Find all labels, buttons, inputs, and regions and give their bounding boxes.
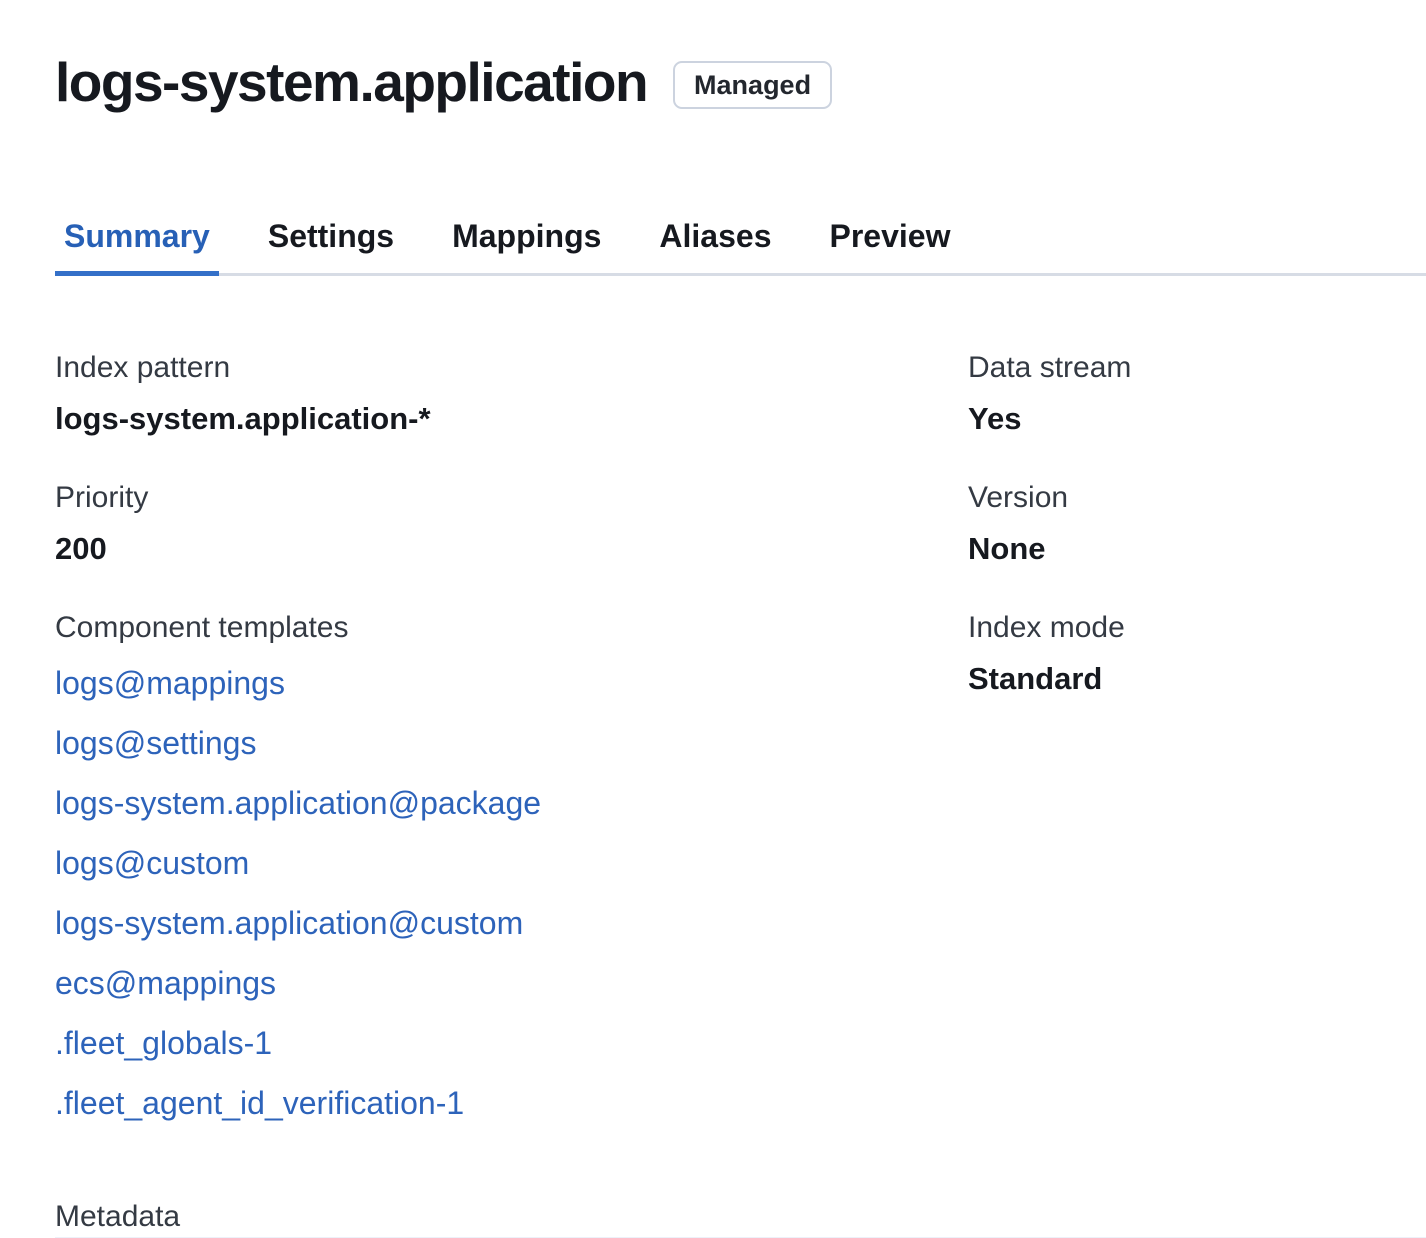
component-template-link[interactable]: logs@mappings (55, 653, 285, 713)
field-version: Version None (968, 473, 1426, 575)
field-component-templates: Component templates logs@mappings logs@s… (55, 603, 968, 1133)
tab-aliases[interactable]: Aliases (650, 216, 780, 276)
component-template-list: logs@mappings logs@settings logs-system.… (55, 653, 968, 1133)
index-mode-label: Index mode (968, 603, 1426, 653)
summary-right-column: Data stream Yes Version None Index mode … (968, 343, 1426, 1161)
priority-value: 200 (55, 523, 968, 575)
summary-left-column: Index pattern logs-system.application-* … (55, 343, 968, 1161)
component-template-link[interactable]: logs@custom (55, 833, 249, 893)
version-value: None (968, 523, 1426, 575)
field-priority: Priority 200 (55, 473, 968, 575)
metadata-section: Metadata (55, 1197, 1426, 1238)
tab-preview[interactable]: Preview (820, 216, 959, 276)
tab-bar: Summary Settings Mappings Aliases Previe… (55, 216, 1426, 276)
component-template-link[interactable]: .fleet_globals-1 (55, 1013, 272, 1073)
priority-label: Priority (55, 473, 968, 523)
index-pattern-value: logs-system.application-* (55, 393, 968, 445)
component-template-link[interactable]: ecs@mappings (55, 953, 276, 1013)
version-label: Version (968, 473, 1426, 523)
page-title: logs-system.application (55, 48, 647, 116)
index-mode-value: Standard (968, 653, 1426, 705)
index-template-details-page: logs-system.application Managed Summary … (0, 0, 1426, 1238)
component-template-link[interactable]: logs-system.application@package (55, 773, 541, 833)
field-data-stream: Data stream Yes (968, 343, 1426, 445)
tab-summary[interactable]: Summary (55, 216, 219, 276)
data-stream-value: Yes (968, 393, 1426, 445)
index-pattern-label: Index pattern (55, 343, 968, 393)
component-template-link[interactable]: .fleet_agent_id_verification-1 (55, 1073, 464, 1133)
tab-mappings[interactable]: Mappings (443, 216, 610, 276)
field-index-mode: Index mode Standard (968, 603, 1426, 705)
component-templates-label: Component templates (55, 603, 968, 653)
summary-panel: Index pattern logs-system.application-* … (55, 343, 1426, 1161)
field-index-pattern: Index pattern logs-system.application-* (55, 343, 968, 445)
metadata-label: Metadata (55, 1197, 1426, 1237)
tab-settings[interactable]: Settings (259, 216, 403, 276)
managed-badge: Managed (673, 61, 832, 109)
page-header: logs-system.application Managed (55, 48, 1426, 116)
data-stream-label: Data stream (968, 343, 1426, 393)
component-template-link[interactable]: logs@settings (55, 713, 256, 773)
component-template-link[interactable]: logs-system.application@custom (55, 893, 523, 953)
